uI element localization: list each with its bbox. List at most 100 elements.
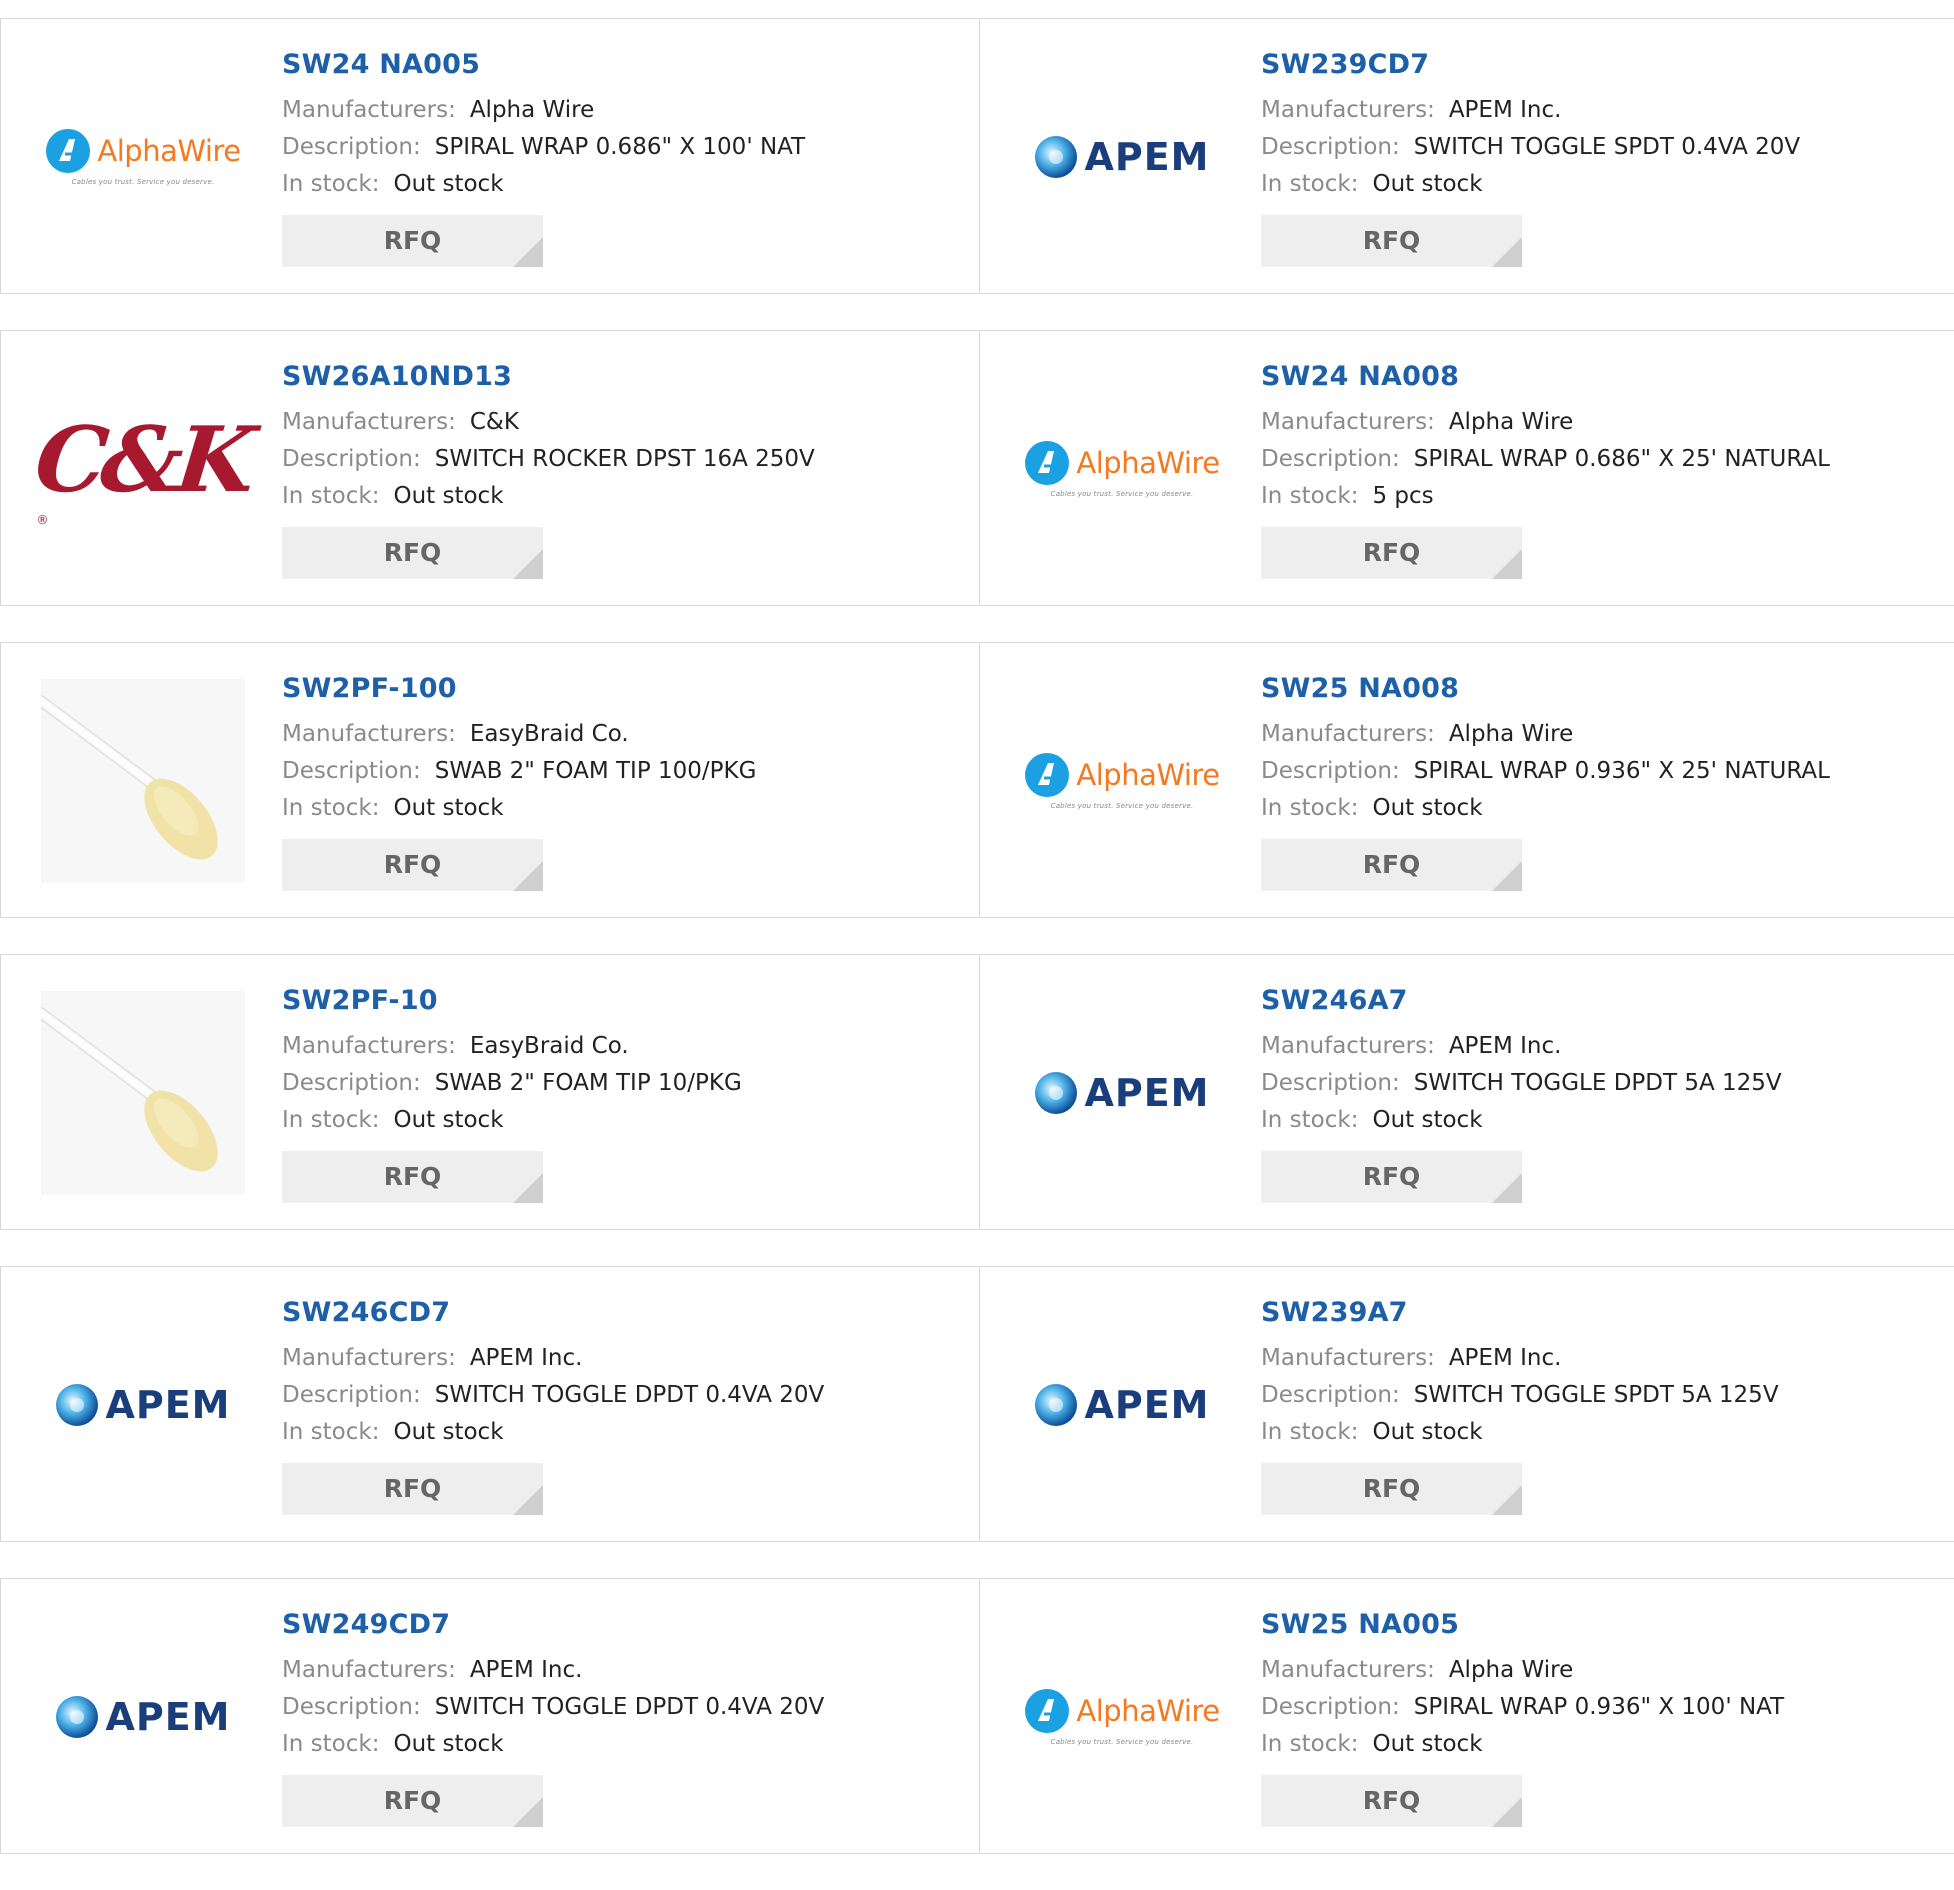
product-card: SW2PF-100 Manufacturers: EasyBraid Co. De… <box>0 642 979 918</box>
description-value: SWAB 2" FOAM TIP 10/PKG <box>434 1070 742 1096</box>
description-row: Description: SWITCH TOGGLE SPDT 5A 125V <box>1261 1377 1944 1414</box>
part-number-link[interactable]: SW24 NA005 <box>282 49 969 80</box>
product-card: APEM SW246A7 Manufacturers: APEM Inc. Des… <box>979 954 1954 1230</box>
product-card: APEM SW239CD7 Manufacturers: APEM Inc. De… <box>979 18 1954 294</box>
description-value: SWITCH TOGGLE DPDT 5A 125V <box>1413 1070 1782 1096</box>
rfq-button[interactable]: RFQ <box>1261 215 1522 267</box>
part-number-link[interactable]: SW246A7 <box>1261 985 1944 1016</box>
part-number-link[interactable]: SW239CD7 <box>1261 49 1944 80</box>
description-label: Description: <box>1261 1070 1400 1096</box>
rfq-corner-decoration <box>1492 549 1522 579</box>
rfq-label: RFQ <box>383 226 442 255</box>
apem-globe-icon <box>1035 1072 1078 1114</box>
stock-row: In stock: Out stock <box>282 166 969 203</box>
description-value: SWITCH TOGGLE DPDT 0.4VA 20V <box>434 1694 825 1720</box>
manufacturer-row: Manufacturers: APEM Inc. <box>1261 1340 1944 1377</box>
rfq-button[interactable]: RFQ <box>1261 1775 1522 1827</box>
part-number-link[interactable]: SW239A7 <box>1261 1297 1944 1328</box>
manufacturer-logo[interactable]: APEM <box>1020 991 1224 1195</box>
manufacturer-row: Manufacturers: Alpha Wire <box>1261 404 1944 441</box>
part-number-link[interactable]: SW26A10ND13 <box>282 361 969 392</box>
manufacturer-row: Manufacturers: APEM Inc. <box>282 1340 969 1377</box>
description-label: Description: <box>282 1382 421 1408</box>
description-value: SPIRAL WRAP 0.686" X 100' NAT <box>434 134 806 160</box>
part-number-link[interactable]: SW25 NA005 <box>1261 1609 1944 1640</box>
manufacturer-value: EasyBraid Co. <box>469 721 629 747</box>
rfq-corner-decoration <box>1492 1485 1522 1515</box>
alphawire-mark-icon <box>1025 753 1070 797</box>
rfq-button[interactable]: RFQ <box>282 839 543 891</box>
part-number-link[interactable]: SW2PF-10 <box>282 985 969 1016</box>
rfq-label: RFQ <box>383 1162 442 1191</box>
alphawire-tagline: Cables you trust. Service you deserve. <box>71 178 215 186</box>
alphawire-logo: AlphaWire Cables you trust. Service you d… <box>1024 1688 1220 1746</box>
description-row: Description: SWAB 2" FOAM TIP 100/PKG <box>282 753 969 790</box>
manufacturers-label: Manufacturers: <box>282 97 456 123</box>
product-row: C&K® SW26A10ND13 Manufacturers: C&K Descr… <box>0 330 1954 606</box>
manufacturer-row: Manufacturers: APEM Inc. <box>1261 1028 1944 1065</box>
manufacturers-label: Manufacturers: <box>282 1345 456 1371</box>
product-row: AlphaWire Cables you trust. Service you d… <box>0 18 1954 294</box>
part-number-link[interactable]: SW249CD7 <box>282 1609 969 1640</box>
rfq-label: RFQ <box>1362 1786 1421 1815</box>
stock-row: In stock: 5 pcs <box>1261 478 1944 515</box>
manufacturer-row: Manufacturers: EasyBraid Co. <box>282 1028 969 1065</box>
product-info: SW24 NA008 Manufacturers: Alpha Wire Desc… <box>1261 361 1944 579</box>
part-number-link[interactable]: SW24 NA008 <box>1261 361 1944 392</box>
manufacturer-logo[interactable]: C&K® <box>31 367 255 571</box>
manufacturers-label: Manufacturers: <box>282 1657 456 1683</box>
manufacturer-logo[interactable]: APEM <box>1020 55 1224 259</box>
product-info: SW239A7 Manufacturers: APEM Inc. Descript… <box>1261 1297 1944 1515</box>
product-info: SW239CD7 Manufacturers: APEM Inc. Descrip… <box>1261 49 1944 267</box>
description-label: Description: <box>282 134 421 160</box>
rfq-button[interactable]: RFQ <box>282 1775 543 1827</box>
manufacturer-value: APEM Inc. <box>469 1345 583 1371</box>
rfq-label: RFQ <box>383 538 442 567</box>
rfq-button[interactable]: RFQ <box>282 527 543 579</box>
manufacturer-logo[interactable]: AlphaWire Cables you trust. Service you d… <box>1020 1615 1224 1819</box>
stock-row: In stock: Out stock <box>282 1102 969 1139</box>
product-row: SW2PF-100 Manufacturers: EasyBraid Co. De… <box>0 642 1954 918</box>
rfq-button[interactable]: RFQ <box>282 215 543 267</box>
product-card: AlphaWire Cables you trust. Service you d… <box>979 642 1954 918</box>
manufacturer-logo[interactable]: AlphaWire Cables you trust. Service you d… <box>1020 679 1224 883</box>
part-number-link[interactable]: SW25 NA008 <box>1261 673 1944 704</box>
product-card: SW2PF-10 Manufacturers: EasyBraid Co. Des… <box>0 954 979 1230</box>
manufacturer-logo[interactable]: APEM <box>41 1615 245 1819</box>
rfq-corner-decoration <box>513 1173 543 1203</box>
rfq-button[interactable]: RFQ <box>1261 527 1522 579</box>
manufacturer-logo[interactable] <box>41 991 245 1195</box>
manufacturer-value: EasyBraid Co. <box>469 1033 629 1059</box>
part-number-link[interactable]: SW246CD7 <box>282 1297 969 1328</box>
foam-swab-image <box>41 679 245 883</box>
rfq-button[interactable]: RFQ <box>1261 839 1522 891</box>
manufacturer-logo[interactable]: APEM <box>1020 1303 1224 1507</box>
rfq-button[interactable]: RFQ <box>1261 1463 1522 1515</box>
rfq-button[interactable]: RFQ <box>282 1151 543 1203</box>
stock-row: In stock: Out stock <box>282 478 969 515</box>
manufacturer-row: Manufacturers: Alpha Wire <box>1261 1652 1944 1689</box>
rfq-button[interactable]: RFQ <box>282 1463 543 1515</box>
description-value: SPIRAL WRAP 0.936" X 100' NAT <box>1413 1694 1785 1720</box>
description-value: SWAB 2" FOAM TIP 100/PKG <box>434 758 757 784</box>
manufacturers-label: Manufacturers: <box>1261 97 1435 123</box>
manufacturer-logo[interactable]: AlphaWire Cables you trust. Service you d… <box>1020 367 1224 571</box>
rfq-button[interactable]: RFQ <box>1261 1151 1522 1203</box>
manufacturer-value: APEM Inc. <box>469 1657 583 1683</box>
apem-wordmark: APEM <box>105 1695 231 1739</box>
description-label: Description: <box>1261 758 1400 784</box>
description-label: Description: <box>282 758 421 784</box>
manufacturer-logo[interactable] <box>41 679 245 883</box>
in-stock-label: In stock: <box>282 171 380 197</box>
part-number-link[interactable]: SW2PF-100 <box>282 673 969 704</box>
description-value: SWITCH TOGGLE SPDT 5A 125V <box>1413 1382 1779 1408</box>
manufacturer-logo[interactable]: AlphaWire Cables you trust. Service you d… <box>41 55 245 259</box>
rfq-corner-decoration <box>1492 237 1522 267</box>
alphawire-tagline: Cables you trust. Service you deserve. <box>1050 490 1194 498</box>
manufacturer-logo[interactable]: APEM <box>41 1303 245 1507</box>
alphawire-wordmark: AlphaWire <box>1076 758 1220 792</box>
description-row: Description: SWITCH TOGGLE DPDT 0.4VA 20V <box>282 1377 969 1414</box>
rfq-label: RFQ <box>1362 1474 1421 1503</box>
stock-value: Out stock <box>1372 1731 1483 1757</box>
stock-row: In stock: Out stock <box>1261 166 1944 203</box>
